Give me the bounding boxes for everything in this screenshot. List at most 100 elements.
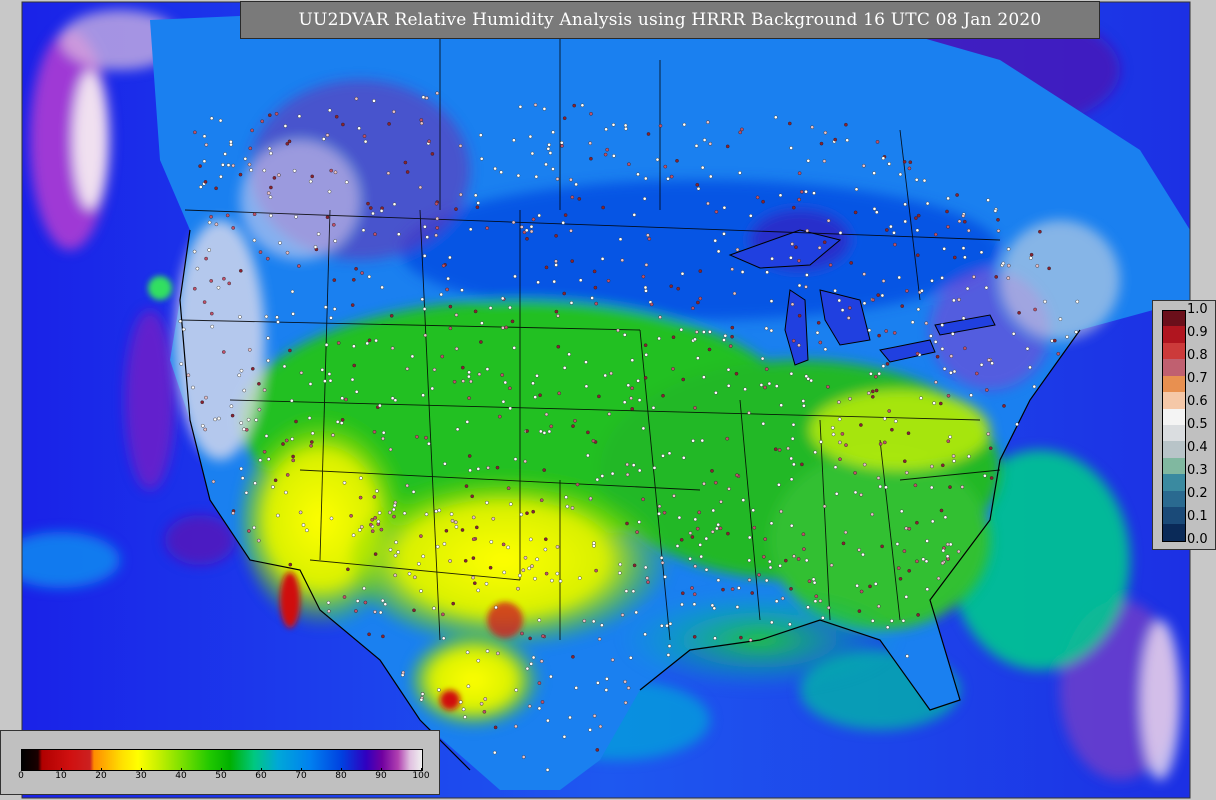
station-dot: [669, 284, 674, 289]
station-dot: [960, 485, 965, 489]
station-dot: [750, 591, 755, 595]
station-dot: [504, 325, 509, 330]
station-dot: [257, 407, 262, 412]
station-dot: [325, 215, 330, 219]
station-dot: [986, 198, 990, 202]
station-dot: [565, 504, 570, 509]
station-dot: [461, 707, 466, 712]
station-dot: [618, 562, 623, 567]
station-dot: [231, 226, 235, 230]
station-dot: [242, 388, 246, 393]
dry-spot-baja: [280, 572, 300, 628]
station-dot: [629, 396, 633, 401]
station-dot: [675, 158, 679, 163]
station-dot: [525, 511, 529, 516]
station-dot: [238, 268, 243, 273]
station-dot: [788, 622, 792, 627]
station-dot: [372, 495, 377, 499]
station-dot: [460, 288, 464, 292]
station-dot: [370, 529, 375, 534]
station-dot: [327, 372, 332, 376]
station-dot: [715, 526, 719, 531]
station-dot: [567, 352, 571, 357]
station-dot: [419, 589, 423, 593]
station-dot: [696, 186, 701, 191]
station-dot: [479, 702, 484, 706]
station-dot: [872, 207, 877, 211]
station-dot: [586, 453, 590, 458]
station-dot: [877, 333, 881, 338]
station-dot: [676, 286, 681, 291]
station-dot: [868, 584, 872, 589]
station-dot: [543, 547, 548, 552]
station-dot: [972, 275, 976, 279]
station-dot: [483, 697, 488, 701]
station-dot: [932, 401, 936, 405]
station-dot: [369, 522, 373, 527]
station-dot: [560, 140, 564, 145]
station-dot: [377, 511, 382, 515]
station-dot: [732, 291, 737, 296]
station-dot: [323, 305, 328, 309]
station-dot: [862, 272, 867, 276]
station-dot: [454, 207, 458, 211]
station-dot: [554, 263, 558, 267]
station-dot: [700, 438, 705, 443]
humidity-tick-label: 40: [175, 771, 187, 781]
station-dot: [570, 195, 575, 199]
station-dot: [277, 173, 281, 177]
station-dot: [600, 474, 605, 478]
station-dot: [476, 467, 481, 471]
station-dot: [479, 340, 483, 344]
station-dot: [471, 537, 476, 542]
station-dot: [789, 477, 794, 482]
station-dot: [394, 540, 398, 545]
station-dot: [288, 348, 292, 353]
station-dot: [465, 650, 470, 655]
station-dot: [702, 330, 706, 334]
station-dot: [895, 542, 900, 546]
station-dot: [419, 121, 424, 126]
station-dot: [247, 529, 251, 533]
station-dot: [946, 196, 950, 201]
station-dot: [789, 146, 793, 150]
station-dot: [508, 502, 513, 506]
station-dot: [773, 447, 778, 452]
station-dot: [573, 418, 577, 423]
ratio-swatch: [1162, 457, 1186, 475]
station-dot: [883, 416, 887, 421]
humidity-colorbar-gradient: [21, 749, 423, 771]
station-dot: [622, 400, 627, 405]
ratio-swatch: [1162, 375, 1186, 393]
station-dot: [875, 210, 879, 214]
station-dot: [597, 637, 602, 641]
station-dot: [371, 211, 375, 216]
station-dot: [575, 482, 580, 487]
station-dot: [326, 600, 331, 605]
station-dot: [712, 606, 717, 611]
station-dot: [372, 430, 377, 434]
station-dot: [993, 209, 998, 213]
station-dot: [291, 454, 295, 459]
station-dot: [594, 568, 598, 573]
station-dot: [893, 242, 897, 247]
station-dot: [528, 636, 532, 641]
station-dot: [443, 461, 447, 466]
station-dot: [722, 338, 726, 342]
station-dot: [735, 473, 739, 478]
station-dot: [630, 407, 635, 411]
station-dot: [899, 509, 904, 514]
station-dot: [796, 557, 801, 561]
ratio-tick-label: 0.0: [1187, 532, 1208, 547]
station-dot: [818, 340, 823, 345]
station-dot: [946, 224, 950, 229]
station-dot: [929, 485, 934, 490]
station-dot: [407, 571, 412, 576]
humidity-tick-label: 30: [135, 771, 147, 781]
station-dot: [191, 385, 195, 390]
station-dot: [580, 103, 585, 108]
station-dot: [751, 508, 756, 513]
station-dot: [807, 579, 812, 584]
station-dot: [434, 201, 439, 206]
station-dot: [346, 567, 350, 572]
